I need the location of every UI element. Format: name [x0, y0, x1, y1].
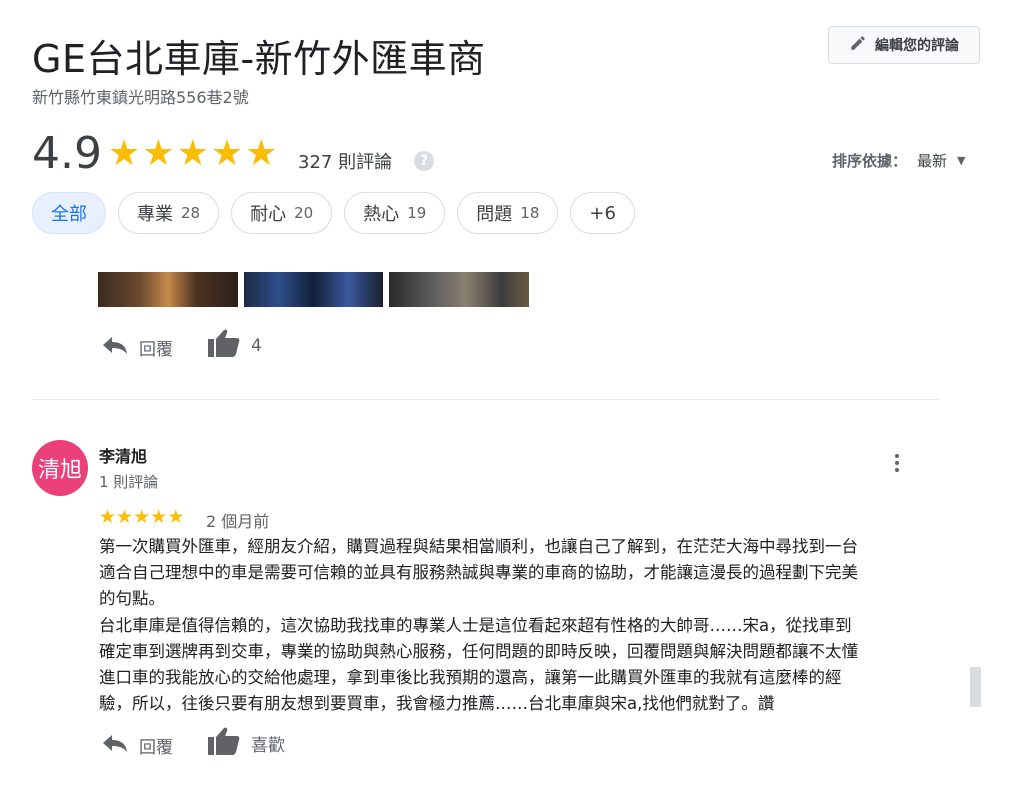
reviewer-review-count: 1 則評論 — [99, 473, 159, 491]
review-text: 第一次購買外匯車，經朋友介紹，購買過程與結果相當順利，也讓自己了解到，在茫茫大海… — [99, 537, 858, 714]
sort-value: 最新 — [917, 152, 948, 170]
reply-button[interactable]: 回覆 — [101, 731, 173, 760]
chip-label: +6 — [589, 202, 616, 224]
like-count: 4 — [251, 335, 262, 356]
chip-label: 耐心 — [250, 204, 287, 225]
star-icon: ★ — [142, 133, 175, 174]
sort-label: 排序依據： — [832, 152, 908, 170]
total-review-count: 327 則評論 — [298, 152, 393, 173]
star-icon: ★ — [99, 506, 117, 528]
filter-chip-all[interactable]: 全部 — [32, 192, 106, 234]
filter-chip-more[interactable]: +6 — [570, 192, 635, 234]
filter-chip-problem[interactable]: 問題 18 — [457, 192, 559, 234]
filter-chip-professional[interactable]: 專業 28 — [118, 192, 220, 234]
reply-icon — [101, 731, 129, 760]
review-photo[interactable] — [389, 272, 529, 307]
star-icon: ★ — [245, 133, 278, 174]
edit-review-label: 編輯您的評論 — [875, 38, 959, 54]
review-time: 2 個月前 — [206, 512, 270, 531]
star-icon: ★ — [108, 133, 141, 174]
avatar[interactable]: 清旭 — [32, 440, 88, 496]
chip-count: 18 — [520, 204, 540, 222]
review-rating-stars: ★ ★ ★ ★ ★ — [99, 506, 184, 528]
star-icon: ★ — [133, 506, 151, 528]
place-title: GE台北車庫-新竹外匯車商 — [32, 37, 486, 81]
chip-count: 28 — [181, 204, 201, 222]
reply-label: 回覆 — [139, 738, 173, 758]
chip-label: 熱心 — [363, 204, 400, 225]
like-button[interactable]: 喜歡 — [207, 726, 285, 761]
chip-label: 問題 — [476, 204, 513, 225]
chip-count: 20 — [294, 204, 314, 222]
star-icon: ★ — [116, 506, 134, 528]
reply-label: 回覆 — [139, 340, 173, 360]
sort-dropdown[interactable]: 排序依據： 最新 ▼ — [832, 150, 966, 171]
like-label: 喜歡 — [251, 736, 285, 756]
place-address: 新竹縣竹東鎮光明路556巷2號 — [32, 88, 249, 107]
review-photo[interactable] — [98, 272, 238, 307]
chip-label: 全部 — [51, 204, 87, 225]
edit-review-button[interactable]: 編輯您的評論 — [828, 26, 980, 64]
thumbs-up-icon — [207, 726, 241, 761]
reply-icon — [101, 333, 129, 362]
reviewer-name[interactable]: 李清旭 — [99, 443, 147, 467]
star-icon: ★ — [150, 506, 168, 528]
chip-label: 專業 — [137, 204, 173, 225]
help-icon[interactable]: ? — [414, 151, 434, 171]
chip-count: 19 — [407, 204, 427, 222]
chevron-down-icon: ▼ — [957, 154, 966, 167]
filter-chip-enthusiasm[interactable]: 熱心 19 — [344, 192, 446, 234]
review-photo[interactable] — [244, 272, 383, 307]
filter-chips: 全部 專業 28 耐心 20 熱心 19 問題 18 +6 — [32, 192, 635, 234]
star-icon: ★ — [210, 133, 244, 174]
reply-button[interactable]: 回覆 — [101, 333, 173, 362]
pencil-icon — [849, 34, 867, 56]
thumbs-up-icon — [207, 328, 241, 363]
star-icon: ★ — [167, 506, 185, 528]
filter-chip-patience[interactable]: 耐心 20 — [231, 192, 333, 234]
like-button[interactable]: 4 — [207, 328, 262, 363]
more-options-icon[interactable] — [885, 451, 909, 475]
star-icon: ★ — [176, 133, 209, 174]
average-rating-stars: ★ ★ ★ ★ ★ — [108, 136, 277, 172]
scrollbar-thumb[interactable] — [970, 667, 981, 707]
average-rating: 4.9 — [32, 128, 102, 179]
review-divider — [32, 399, 940, 400]
